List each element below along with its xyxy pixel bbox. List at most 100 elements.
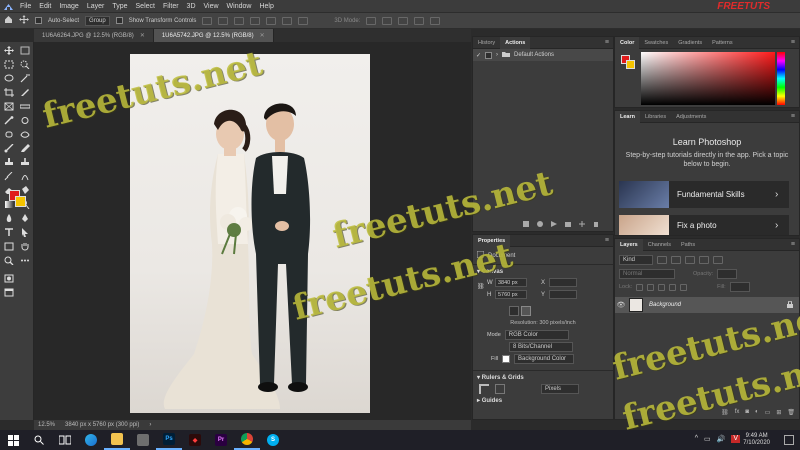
move-tool-icon[interactable] [19,15,29,26]
dialog-toggle-checkbox[interactable] [485,51,493,59]
filter-shape-icon[interactable] [699,256,709,264]
chevron-right-icon[interactable]: › [496,52,498,58]
fill-select[interactable]: Background Color [514,354,575,364]
tab-history[interactable]: History [473,37,500,49]
search-icon[interactable] [26,430,52,450]
lock-transparency-icon[interactable] [636,283,644,291]
3d-scale-icon[interactable] [430,16,441,25]
grid-toggle-icon[interactable] [495,384,505,394]
frame-icon[interactable] [4,102,14,111]
3d-roll-icon[interactable] [382,16,393,25]
ruler-toggle-icon[interactable] [479,384,489,394]
filter-type-icon[interactable] [685,256,695,264]
layer-row-background[interactable]: 👁 Background [615,297,799,313]
color-sampler-icon[interactable] [20,116,30,125]
magic-wand-icon[interactable] [20,74,30,83]
clone-stamp-icon[interactable] [4,158,14,167]
align-top-icon[interactable] [250,16,261,25]
history-brush-icon[interactable] [4,172,14,181]
slice-icon[interactable] [20,88,30,97]
filter-adjustment-icon[interactable] [671,256,681,264]
type-icon[interactable] [4,228,14,237]
adjustment-layer-icon[interactable]: ◐ [755,409,759,416]
tab-color[interactable]: Color [615,36,640,49]
hand-icon[interactable] [20,242,30,251]
lock-icon[interactable] [787,300,793,310]
file-explorer-icon[interactable] [104,430,130,450]
tab-adjustments[interactable]: Adjustments [671,111,711,123]
checkmark-icon[interactable]: ✓ [476,52,481,59]
link-layers-icon[interactable]: ⛓ [721,409,729,416]
ruler-icon[interactable] [20,102,30,111]
new-action-icon[interactable] [579,221,585,229]
brush-icon[interactable] [4,144,14,153]
tab-properties[interactable]: Properties [473,234,511,247]
tab-layers[interactable]: Layers [615,238,643,251]
taskbar-clock[interactable]: 9:49 AM 7/10/2020 [743,433,770,447]
close-icon[interactable]: ✕ [140,32,145,39]
new-set-icon[interactable] [565,221,571,229]
filter-smart-object-icon[interactable] [713,256,723,264]
more-options-icon[interactable] [298,16,309,25]
crop-icon[interactable] [4,88,14,97]
menu-image[interactable]: Image [55,3,82,10]
trash-icon[interactable]: 🗑 [787,409,795,416]
paint-bucket-icon[interactable] [20,186,30,195]
new-layer-icon[interactable]: ⊞ [776,409,781,416]
background-color-swatch[interactable] [15,196,26,207]
network-icon[interactable]: ▭ [704,435,711,443]
edge-icon[interactable] [78,430,104,450]
menu-file[interactable]: File [16,3,35,10]
menu-view[interactable]: View [200,3,223,10]
tab-swatches[interactable]: Swatches [639,37,673,49]
hue-slider[interactable] [777,52,785,105]
chevron-up-icon[interactable]: ^ [695,435,698,443]
height-input[interactable]: 5760 px [495,290,527,299]
3d-slide-icon[interactable] [414,16,425,25]
close-icon[interactable]: ✕ [260,32,265,39]
width-input[interactable]: 3840 px [495,278,527,287]
panel-menu-icon[interactable]: ≡ [791,113,799,120]
group-icon[interactable]: ▭ [765,409,771,416]
mode-select[interactable]: RGB Color [504,330,569,340]
skype-icon[interactable]: S [260,430,286,450]
lock-all-icon[interactable] [680,283,688,291]
panel-menu-icon[interactable]: ≡ [605,237,613,244]
action-set-row[interactable]: ✓ › Default Actions [473,49,613,61]
marquee-icon[interactable] [4,60,14,69]
3d-rotate-icon[interactable] [366,16,377,25]
learn-card-fix-a-photo[interactable]: Fix a photo › [619,215,789,235]
lock-artboard-icon[interactable] [669,283,677,291]
color-picker-field[interactable] [641,52,775,105]
learn-card-fundamental-skills[interactable]: Fundamental Skills › [619,181,789,208]
align-bottom-icon[interactable] [282,16,293,25]
menu-window[interactable]: Window [223,3,256,10]
align-left-icon[interactable] [202,16,213,25]
task-view-icon[interactable] [52,430,78,450]
document-tab[interactable]: 1U6A6264.JPG @ 12.5% (RGB/8) ✕ [34,29,154,42]
eyedropper-icon[interactable] [4,116,14,125]
align-center-icon[interactable] [218,16,229,25]
rectangle-icon[interactable] [4,242,14,251]
trash-icon[interactable] [593,221,599,229]
layer-name[interactable]: Background [649,302,681,308]
canvas-area[interactable] [34,42,471,420]
quick-select-icon[interactable] [20,60,30,69]
status-menu-icon[interactable]: › [149,422,151,428]
panel-menu-icon[interactable]: ≡ [791,241,799,248]
artboard-icon[interactable] [20,46,30,55]
units-select[interactable]: Pixels [541,384,579,394]
menu-select[interactable]: Select [132,3,159,10]
lasso-icon[interactable] [4,74,14,83]
healing-brush-icon[interactable] [4,130,14,139]
panel-menu-icon[interactable]: ≡ [605,39,613,46]
layer-filter-select[interactable]: Kind [619,255,653,265]
chrome-icon[interactable] [234,430,260,450]
document-tab-active[interactable]: 1U6A5742.JPG @ 12.5% (RGB/8) ✕ [153,29,274,42]
y-input[interactable] [549,290,577,299]
tab-actions[interactable]: Actions [500,36,531,49]
auto-select-target-select[interactable]: Group [85,15,110,26]
menu-layer[interactable]: Layer [83,3,109,10]
opacity-input[interactable] [717,269,738,279]
tab-paths[interactable]: Paths [676,239,700,251]
